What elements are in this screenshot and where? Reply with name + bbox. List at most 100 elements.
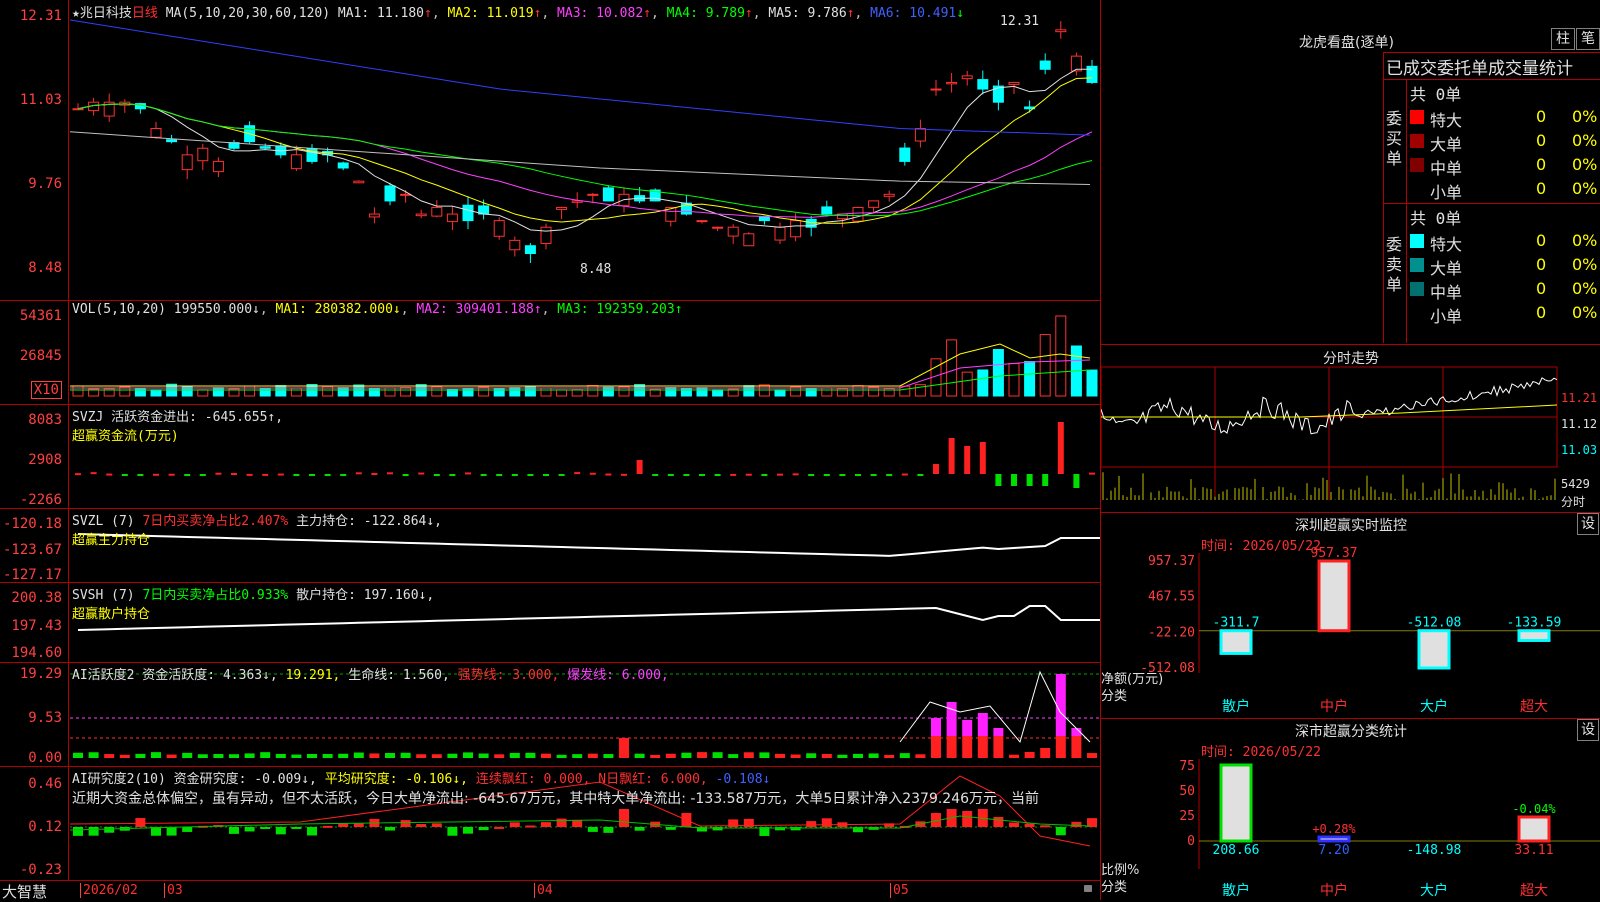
tick-mode-button[interactable]: 笔 [1576,28,1600,50]
flow-bar [387,472,393,475]
flow-bar [527,474,534,476]
svzl-sub: 超赢主力持仓 [72,533,151,548]
flow-bar [511,474,518,476]
flow-bar [1089,472,1095,475]
ai-research-panel[interactable]: 0.46 0.12 -0.23 AI研究度2(10) 资金研究度: -0.009… [0,766,1100,880]
high-marker: 12.31 [1000,14,1040,29]
activity-bar [322,754,333,758]
flow-bar [168,473,175,476]
period-label[interactable]: 日线 [132,6,158,21]
intraday-section[interactable]: 分时走势 11.21 11.12 11.03 5429 分时 [1101,345,1600,513]
activity-bar [806,753,817,758]
vol-ma1: MA1: 280382.000↓ [275,302,401,317]
flow-bar [309,474,315,476]
ai1-burst: 爆发线: 6.000, [567,668,669,683]
research-bar [400,820,411,827]
star-icon[interactable]: ★ [72,6,80,21]
color-swatch [1410,306,1424,320]
row-label: 中单 [1430,283,1463,302]
date-tick: 03 [164,883,183,898]
svsh-panel[interactable]: 200.38 197.43 194.60 SVSH (7) 7日内买卖净占比0.… [0,582,1100,663]
activity-bar [853,753,863,758]
research-bar [166,827,177,836]
bar-mode-button[interactable]: 柱 [1551,28,1575,50]
research-bar [821,818,832,827]
activity-bar [899,753,910,758]
activity-bar [307,754,317,758]
classify-tick: 0 [1187,834,1195,849]
research-bar [431,823,442,827]
vol-ma3: MA3: 192359.203↑ [557,302,683,317]
research-bar [556,818,567,827]
row-label: 小单 [1430,183,1463,202]
date-tick: 05 [890,883,909,898]
flow-bar [449,474,456,476]
classify-value: 33.11 [1514,843,1553,858]
flow-bar [621,473,627,476]
svsh-hold: 散户持仓: 197.160↓, [296,588,435,603]
svzl-panel[interactable]: -120.18 -123.67 -127.17 SVZL (7) 7日内买卖净占… [0,508,1100,583]
arrow-icon: ↑ [846,6,855,21]
activity-bar [993,736,1004,758]
volume-panel[interactable]: 54361 26845 X10 VOL(5,10,20) 199550.000↓… [0,300,1100,405]
ai-activity-panel[interactable]: 19.29 9.53 0.00 AI活跃度2 资金活跃度: 4.363↓, 19… [0,662,1100,767]
activity-bar [369,753,380,758]
flow-bar [917,474,924,476]
row-count: 0 [1536,155,1547,174]
intraday-tick: 11.03 [1561,443,1598,457]
flow-bar [636,460,643,474]
stock-name: 兆日科技 [79,6,132,21]
flow-bar [870,474,877,476]
activity-bar [509,752,520,758]
candlestick-chart[interactable] [0,0,1100,300]
classify-bar-chart[interactable]: 75 50 25 0 208.66 散户 7.20 中户 -148.98 大户 33.11 超大 +0.… [1101,719,1600,900]
svzj-panel[interactable]: 8083 2908 -2266 SVZJ 活跃资金进出: -645.655↑, … [0,404,1100,509]
row-pct: 0% [1572,231,1598,250]
monitor-bar [1517,629,1551,642]
research-bar [1009,822,1019,827]
candle [181,154,193,171]
research-bar [775,827,785,831]
volume-bar [384,387,396,397]
monitor-section[interactable]: 深圳超赢实时监控 设 时间: 2026/05/22 957.37 467.55 -2… [1101,513,1600,719]
flow-bar [886,474,893,476]
price-panel[interactable]: 12.31 11.03 9.76 8.48 ★兆日科技日线 MA(5,10,20… [0,0,1100,301]
lhb-subtitle: 已成交委托单成交量统计 [1386,59,1573,79]
ma60-line [69,131,1091,185]
volume-bar [977,369,989,397]
activity-bar [166,754,177,758]
color-swatch [1410,182,1424,196]
candle [712,226,724,229]
activity-bar [197,754,208,758]
analysis-text: 近期大资金总体偏空，虽有异动，但不太活跃，今日大单净流出: -645.67万元，… [72,791,1040,807]
ma-line [77,103,1093,218]
classify-section[interactable]: 深市超赢分类统计 设 时间: 2026/05/22 75 50 25 0 208.66 散… [1101,719,1600,900]
row-count: 0 [1536,279,1547,298]
activity-bar [603,754,614,758]
activity-bar [151,752,161,758]
lock-icon[interactable] [1084,885,1092,892]
flow-bar [839,474,846,476]
activity-bar [431,754,442,758]
candle [1086,65,1098,83]
svzl-hold: 主力持仓: -122.864↓, [296,514,442,529]
research-bar [541,822,551,827]
activity-bar [619,738,629,758]
activity-bar [572,754,583,758]
volume-bar [212,387,224,397]
activity-bar [541,753,551,758]
volume-bar [290,387,302,397]
activity-bar [837,754,848,758]
ai-research-header: AI研究度2(10) 资金研究度: -0.009↓, 平均研究度: -0.106… [72,768,770,787]
flow-bar [823,474,830,476]
classify-category: 超大 [1520,883,1548,899]
activity-bar [681,752,692,758]
intraday-chart[interactable] [1101,345,1600,512]
monitor-bar-chart[interactable]: 957.37 467.55 -22.20 -512.08 -311.7 散户 957.37 中… [1101,513,1600,718]
volume-bar [1039,334,1051,397]
research-bar [478,827,489,831]
research-bar [665,827,676,830]
flow-bar [855,474,861,476]
candle [696,220,708,223]
candle [400,193,412,196]
